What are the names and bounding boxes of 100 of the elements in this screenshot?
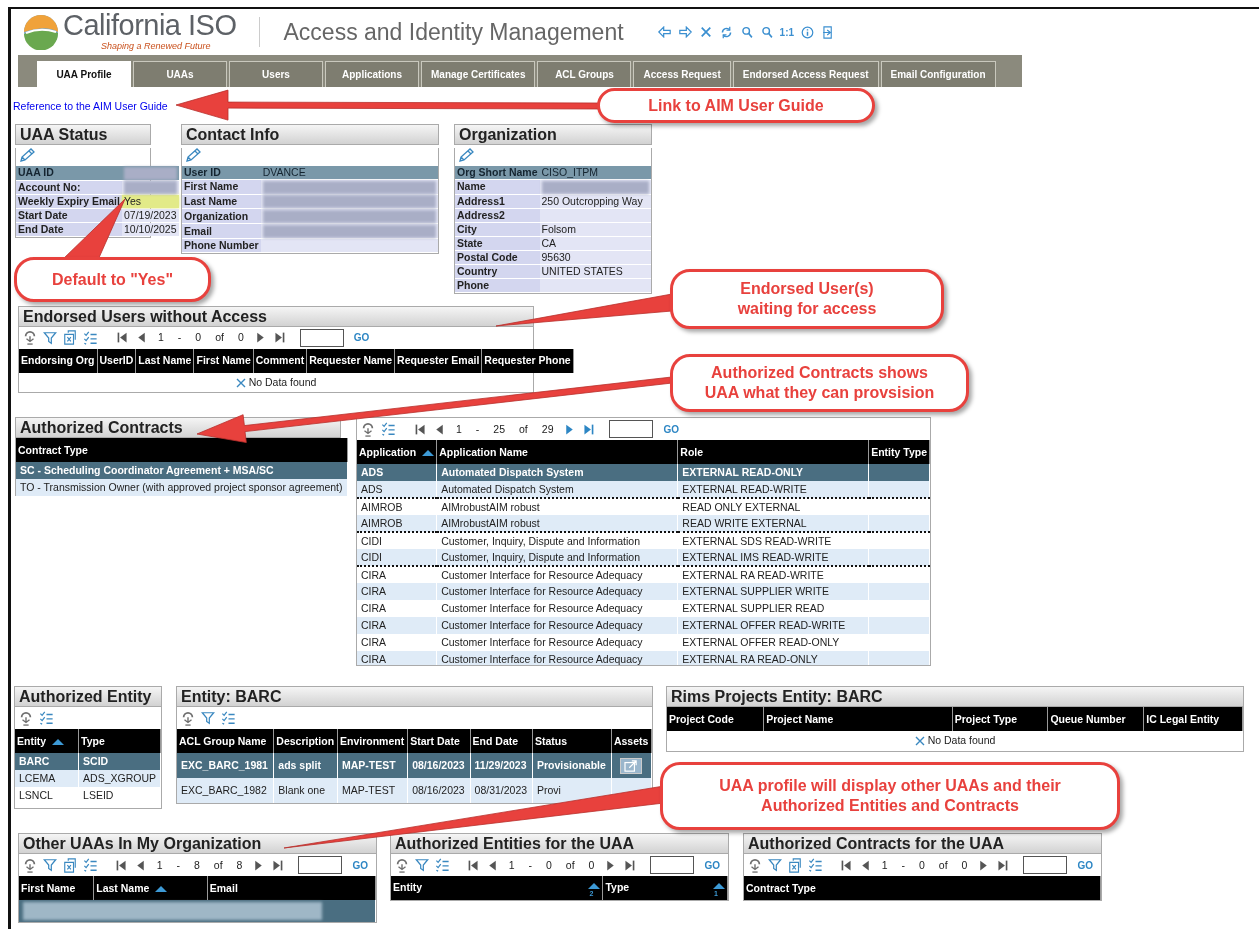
page-input[interactable] [609,420,654,439]
refresh-icon[interactable] [23,330,37,346]
checklist-icon[interactable] [808,858,823,873]
last-page-button[interactable] [272,331,286,345]
column-header[interactable]: Requester Phone [481,348,574,373]
tab[interactable]: Email Configuration [880,61,996,87]
checklist-icon[interactable] [381,422,396,437]
filter-icon[interactable] [768,858,782,873]
column-header[interactable]: UserID [97,348,136,373]
last-page-button[interactable] [996,858,1010,872]
last-page-button[interactable] [271,858,285,872]
first-page-button[interactable] [839,858,853,872]
export-icon[interactable] [63,857,77,873]
sort-icon[interactable] [155,885,168,892]
previous-page-button[interactable] [433,422,446,436]
page-input[interactable] [299,328,344,347]
page-input[interactable] [1023,856,1068,875]
refresh-icon[interactable] [181,710,195,726]
column-header[interactable]: Role [677,440,869,465]
column-header[interactable]: Description [273,729,338,754]
page-input[interactable] [650,856,695,875]
go-button[interactable]: GO [700,857,724,873]
tab[interactable]: UAAs [133,61,227,87]
column-header[interactable]: Queue Number [1047,707,1144,732]
column-header[interactable]: Comment [253,348,307,373]
close-button[interactable] [699,26,712,38]
assets-button[interactable] [620,758,643,775]
filter-icon[interactable] [201,711,215,726]
column-header[interactable]: Application Name [436,440,678,465]
exit-button[interactable] [822,25,835,39]
column-header[interactable]: First Name [193,348,254,373]
column-header[interactable]: Type [78,729,161,754]
sort-icon[interactable] [713,882,725,889]
go-button[interactable]: GO [1073,857,1097,873]
column-header[interactable]: ACL Group Name [177,729,274,754]
column-header[interactable]: Project Code [667,707,764,732]
column-header[interactable]: Project Name [763,707,953,732]
page-input[interactable] [298,856,343,875]
edit-icon[interactable] [18,148,36,164]
go-button[interactable]: GO [349,330,374,346]
previous-page-button[interactable] [135,331,148,345]
column-header[interactable]: Endorsing Org [19,348,97,373]
last-page-button[interactable] [623,858,637,872]
refresh-icon[interactable] [23,857,37,873]
column-header[interactable]: Contract Type [16,438,348,463]
filter-icon[interactable] [415,858,429,873]
tab[interactable]: Users [229,61,323,87]
sort-icon[interactable] [52,738,65,745]
tab[interactable]: Access Request [633,61,731,87]
guide-link[interactable]: Reference to the AIM User Guide [13,99,168,115]
back-button[interactable] [657,26,671,38]
checklist-icon[interactable] [221,711,236,726]
first-page-button[interactable] [414,422,427,436]
column-header[interactable]: Status [532,729,612,754]
export-icon[interactable] [788,857,802,873]
column-header[interactable]: Requester Name [306,348,395,373]
filter-icon[interactable] [43,330,57,345]
tab[interactable]: UAA Profile [37,61,131,87]
info-button[interactable] [801,25,815,39]
zoom-in-button[interactable] [740,25,753,39]
column-header[interactable]: Last Name [93,876,208,901]
last-page-button[interactable] [582,422,596,436]
export-icon[interactable] [63,330,77,346]
tab[interactable]: Endorsed Access Request [732,61,879,87]
checklist-icon[interactable] [83,858,98,873]
edit-icon[interactable] [457,148,475,164]
refresh-icon[interactable] [361,421,375,437]
column-header[interactable]: Start Date [407,729,471,754]
refresh-button[interactable] [719,25,733,39]
checklist-icon[interactable] [83,330,98,345]
column-header[interactable]: Entity Type [868,440,930,465]
column-header[interactable]: Entity [15,729,79,754]
first-page-button[interactable] [116,331,129,345]
checklist-icon[interactable] [435,858,450,873]
go-button[interactable]: GO [659,421,684,437]
first-page-button[interactable] [466,858,480,872]
column-header[interactable]: IC Legal Entity [1143,707,1243,732]
column-header[interactable]: First Name [19,876,94,901]
checklist-icon[interactable] [39,711,54,726]
edit-icon[interactable] [184,148,202,164]
forward-button[interactable] [678,26,692,38]
tab[interactable]: Applications [325,61,419,87]
column-header[interactable]: End Date [470,729,533,754]
column-header[interactable]: Requester Email [394,348,482,373]
refresh-icon[interactable] [395,857,409,873]
first-page-button[interactable] [114,858,128,872]
go-button[interactable]: GO [348,857,372,873]
column-header[interactable]: Environment [337,729,408,754]
zoom-out-button[interactable] [760,25,773,39]
column-header[interactable]: Contract Type [744,876,1101,901]
column-header[interactable]: Assets [611,729,652,754]
refresh-icon[interactable] [748,857,762,873]
tab[interactable]: Manage Certificates [421,61,536,87]
refresh-icon[interactable] [19,710,33,726]
column-header[interactable]: Project Type [952,707,1048,732]
column-header[interactable]: Email [207,876,376,901]
tab[interactable]: ACL Groups [537,61,632,87]
column-header[interactable]: Last Name [135,348,194,373]
column-header[interactable]: Application [357,440,437,465]
filter-icon[interactable] [43,858,57,873]
